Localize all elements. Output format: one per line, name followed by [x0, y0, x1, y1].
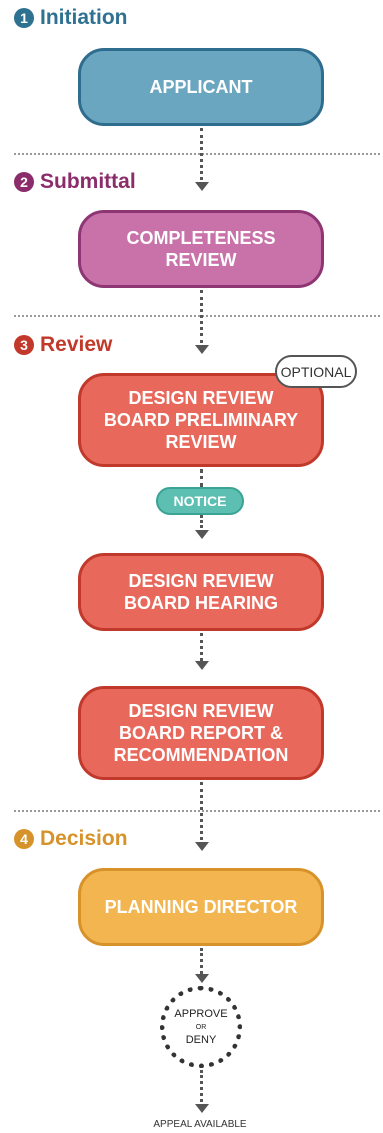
stage-title: Review	[40, 333, 113, 356]
step-planning-director: PLANNING DIRECTOR	[78, 868, 324, 946]
connector-line	[200, 290, 203, 343]
approve-or-deny-badge: APPROVE OR DENY	[160, 986, 242, 1068]
arrow-down-icon	[195, 345, 209, 354]
stage-divider	[14, 153, 380, 155]
connector-line	[200, 633, 203, 661]
stage-heading-decision: 4 Decision	[14, 827, 128, 851]
connector-line	[200, 469, 203, 487]
connector-line	[200, 1070, 203, 1102]
step-completeness-review: COMPLETENESS REVIEW	[78, 210, 324, 288]
arrow-down-icon	[195, 842, 209, 851]
arrow-down-icon	[195, 530, 209, 539]
stage-title: Decision	[40, 827, 128, 850]
appeal-available-note: APPEAL AVAILABLE	[153, 1119, 247, 1130]
stage-number-badge: 1	[14, 8, 34, 28]
connector-line	[200, 515, 203, 528]
stage-number-badge: 3	[14, 335, 34, 355]
stage-number-badge: 4	[14, 829, 34, 849]
stage-divider	[14, 315, 380, 317]
stage-heading-initiation: 1 Initiation	[14, 6, 128, 30]
arrow-down-icon	[195, 1104, 209, 1113]
step-design-review-board-report: DESIGN REVIEW BOARD REPORT & RECOMMENDAT…	[78, 686, 324, 780]
optional-tag: OPTIONAL	[275, 355, 357, 388]
connector-line	[200, 948, 203, 974]
stage-title: Submittal	[40, 170, 136, 193]
stage-number-badge: 2	[14, 172, 34, 192]
notice-pill: NOTICE	[156, 487, 244, 515]
connector-line	[200, 128, 203, 180]
stage-title: Initiation	[40, 6, 128, 29]
outcome-approve: APPROVE	[174, 1007, 228, 1020]
connector-line	[200, 782, 203, 840]
step-applicant: APPLICANT	[78, 48, 324, 126]
stage-divider	[14, 810, 380, 812]
arrow-down-icon	[195, 661, 209, 670]
outcome-deny: DENY	[185, 1033, 217, 1046]
stage-heading-submittal: 2 Submittal	[14, 170, 136, 194]
arrow-down-icon	[195, 974, 209, 983]
arrow-down-icon	[195, 182, 209, 191]
step-design-review-board-hearing: DESIGN REVIEW BOARD HEARING	[78, 553, 324, 631]
stage-heading-review: 3 Review	[14, 333, 112, 357]
outcome-or: OR	[195, 1023, 207, 1031]
